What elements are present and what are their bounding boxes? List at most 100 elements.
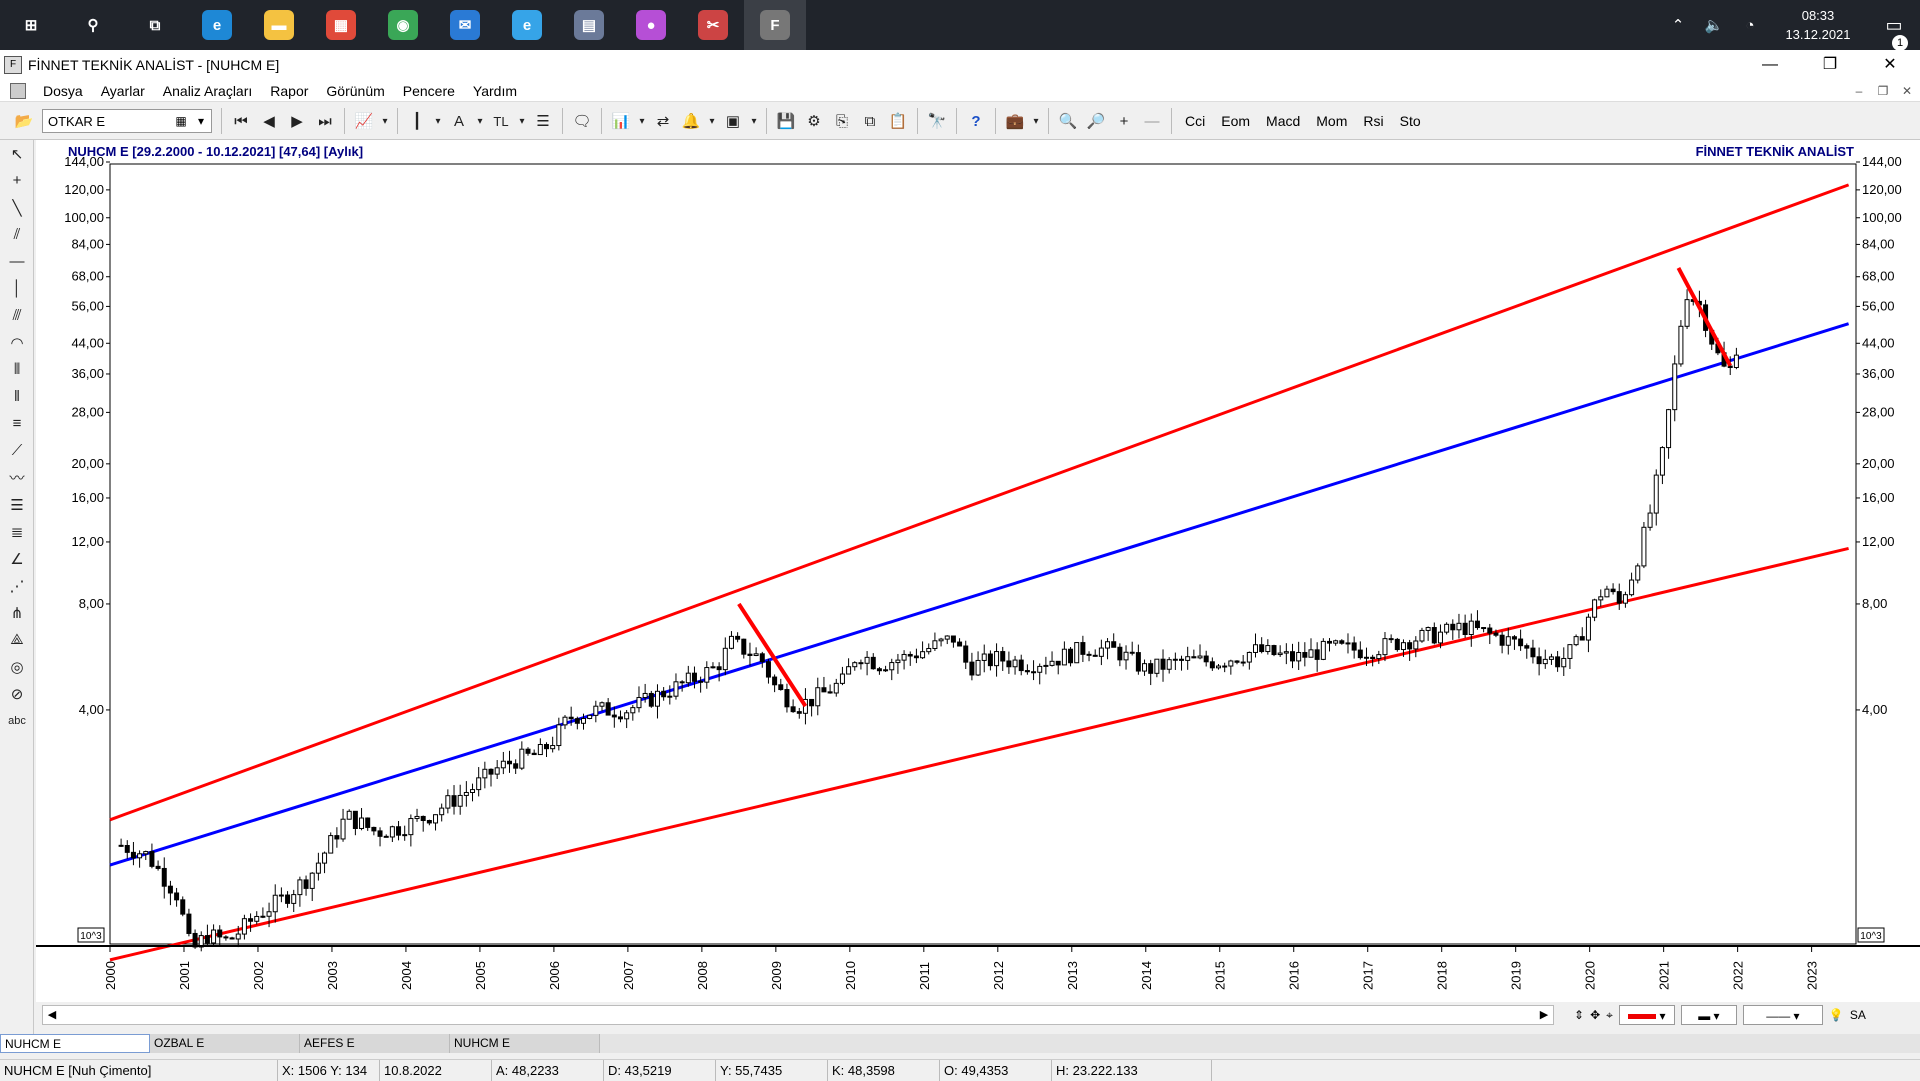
mdi-close-button[interactable]: ✕ <box>1896 82 1918 100</box>
indicator-button[interactable]: Cci <box>1177 113 1213 129</box>
lightbulb-icon[interactable]: 💡 <box>1829 1005 1844 1025</box>
angle-icon[interactable]: ∠ <box>0 545 34 572</box>
symbol-combobox[interactable]: OTKAR E ▦ ▾ <box>42 109 212 133</box>
chart-panel[interactable]: 4,00 4,00 8,00 8,00 12,00 12,00 16,00 16,00 20,0… <box>36 140 1920 1002</box>
indicator-window-icon[interactable]: ▣ <box>719 107 747 135</box>
taskbar-mail-button[interactable]: ✉ <box>434 0 496 50</box>
time-zones-icon[interactable]: ‖ <box>0 383 34 410</box>
binoculars-icon[interactable]: 🔭 <box>923 107 951 135</box>
line-label[interactable]: SA <box>1850 1005 1866 1025</box>
lines-icon[interactable]: ☰ <box>529 107 557 135</box>
levels-icon[interactable]: ≡ <box>0 410 34 437</box>
chevron-down-icon[interactable]: ▾ <box>473 107 487 135</box>
channel-icon[interactable]: ⫻ <box>0 302 34 329</box>
bar-chart-icon[interactable]: 📊 <box>607 107 635 135</box>
taskbar-chrome-button[interactable]: ◉ <box>372 0 434 50</box>
taskbar-paint-drop-button[interactable]: ● <box>620 0 682 50</box>
arc-icon[interactable]: ◠ <box>0 329 34 356</box>
indicator-button[interactable]: Mom <box>1308 113 1355 129</box>
notification-button[interactable]: ▭ 1 <box>1868 15 1920 51</box>
taskbar-store-button[interactable]: ▦ <box>310 0 372 50</box>
cursor-icon[interactable]: ↖ <box>0 140 34 167</box>
line-style-picker[interactable]: —— ▾ <box>1742 1005 1823 1025</box>
gann-icon[interactable]: ⋰ <box>0 572 34 599</box>
chevron-down-icon[interactable]: ▾ <box>378 107 392 135</box>
paste-icon[interactable]: 📋 <box>884 107 912 135</box>
indicator-button[interactable]: Sto <box>1392 113 1429 129</box>
spiral-icon[interactable]: ◎ <box>0 653 34 680</box>
taskbar-edge-button[interactable]: e <box>186 0 248 50</box>
price-chart[interactable]: 4,00 4,00 8,00 8,00 12,00 12,00 16,00 16,00 20,0… <box>36 140 1920 1002</box>
candle-icon[interactable]: ┃ <box>403 107 431 135</box>
briefcase-icon[interactable]: 💼 <box>1001 107 1029 135</box>
menu-item[interactable]: Rapor <box>261 83 317 99</box>
first-icon[interactable]: ⏮ <box>227 107 255 135</box>
scroll-right-icon[interactable]: ▶ <box>1535 1006 1553 1024</box>
move-icon[interactable]: ✥ <box>1590 1005 1600 1025</box>
taskbar-internet-explorer-button[interactable]: e <box>496 0 558 50</box>
template-icon[interactable]: ⚙ <box>800 107 828 135</box>
crosshair-toggle-icon[interactable]: ⌖ <box>1606 1005 1613 1025</box>
crosshair-icon[interactable]: + <box>0 167 34 194</box>
compare-icon[interactable]: ⇄ <box>649 107 677 135</box>
indicator-button[interactable]: Macd <box>1258 113 1308 129</box>
mdi-minimize-button[interactable]: – <box>1848 82 1870 100</box>
close-button[interactable]: ✕ <box>1860 50 1920 80</box>
plus-icon[interactable]: + <box>1110 107 1138 135</box>
taskbar-search-button[interactable]: ⚲ <box>62 0 124 50</box>
zoom-fit-icon[interactable]: ⇕ <box>1574 1005 1584 1025</box>
pitchfork-icon[interactable]: ⋔ <box>0 599 34 626</box>
taskbar-task-view-button[interactable]: ⧉ <box>124 0 186 50</box>
taskbar-calculator-button[interactable]: ▤ <box>558 0 620 50</box>
wifi-icon[interactable]: ◔ <box>1732 17 1768 34</box>
trendline-icon[interactable]: ╲ <box>0 194 34 221</box>
ellipse-icon[interactable]: ⊘ <box>0 680 34 707</box>
volume-icon[interactable]: 🔈 <box>1696 16 1732 34</box>
menu-item[interactable]: Ayarlar <box>92 83 154 99</box>
horizontal-scrollbar[interactable]: ◀ ▶ <box>42 1005 1554 1025</box>
retracement-icon[interactable]: ≣ <box>0 518 34 545</box>
cycle-lines-icon[interactable]: ⦀ <box>0 356 34 383</box>
comment-icon[interactable]: 🗨 <box>568 107 596 135</box>
help-icon[interactable]: ? <box>962 107 990 135</box>
gann-fan-icon[interactable]: ⟁ <box>0 626 34 653</box>
currency-button[interactable]: TL <box>487 107 515 135</box>
menu-item[interactable]: Pencere <box>394 83 464 99</box>
fill-picker[interactable]: ▬ ▾ <box>1680 1005 1737 1025</box>
mdi-restore-button[interactable]: ❐ <box>1872 82 1894 100</box>
chevron-down-icon[interactable]: ▾ <box>431 107 445 135</box>
font-button[interactable]: A <box>445 107 473 135</box>
fibonacci-icon[interactable]: ☰ <box>0 491 34 518</box>
symbol-tab[interactable]: NUHCM E <box>450 1034 600 1053</box>
taskbar-file-explorer-button[interactable]: ▬ <box>248 0 310 50</box>
indicator-button[interactable]: Eom <box>1213 113 1258 129</box>
menu-item[interactable]: Yardım <box>464 83 526 99</box>
save-icon[interactable]: 💾 <box>772 107 800 135</box>
chart-style-icon[interactable]: 📈 <box>350 107 378 135</box>
horizontal-line-icon[interactable]: — <box>0 248 34 275</box>
copy-icon[interactable]: ⧉ <box>856 107 884 135</box>
document-icon[interactable] <box>10 82 26 99</box>
minimize-button[interactable]: — <box>1740 50 1800 80</box>
chevron-down-icon[interactable]: ▾ <box>747 107 761 135</box>
open-folder-icon[interactable]: 📂 <box>10 107 38 135</box>
previous-icon[interactable]: ◀ <box>255 107 283 135</box>
line-color-picker[interactable]: ▾ <box>1618 1005 1675 1025</box>
menu-item[interactable]: Görünüm <box>317 83 393 99</box>
symbol-tab[interactable]: AEFES E <box>300 1034 450 1053</box>
menu-item[interactable]: Analiz Araçları <box>154 83 261 99</box>
taskbar-snipping-button[interactable]: ✂ <box>682 0 744 50</box>
clock[interactable]: 08:33 13.12.2021 <box>1768 6 1868 44</box>
chevron-up-icon[interactable]: ⌃ <box>1660 16 1696 34</box>
menu-item[interactable]: Dosya <box>34 83 92 99</box>
indicator-button[interactable]: Rsi <box>1355 113 1391 129</box>
taskbar-finnet-app-button[interactable]: F <box>744 0 806 50</box>
chevron-down-icon[interactable]: ▾ <box>1029 107 1043 135</box>
chevron-down-icon[interactable]: ▾ <box>635 107 649 135</box>
next-icon[interactable]: ▶ <box>283 107 311 135</box>
chevron-down-icon[interactable]: ▾ <box>191 110 211 132</box>
export-icon[interactable]: ⎘ <box>828 107 856 135</box>
wave-icon[interactable]: 〰 <box>0 464 34 491</box>
minus-icon[interactable]: — <box>1138 107 1166 135</box>
vertical-line-icon[interactable]: │ <box>0 275 34 302</box>
